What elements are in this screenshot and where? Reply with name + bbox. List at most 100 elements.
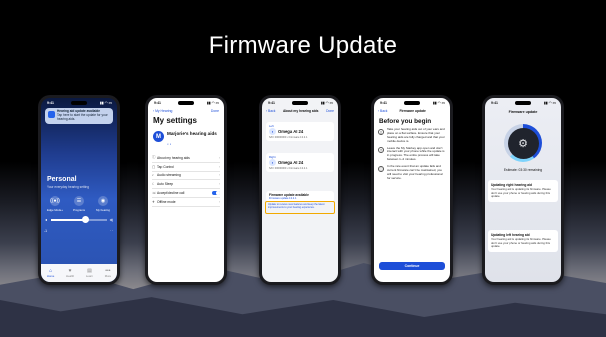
menu-item-audio-streaming[interactable]: ♪ Audio streaming › bbox=[152, 172, 220, 181]
menu-item-offline-mode[interactable]: ✈ Offline mode › bbox=[152, 198, 220, 207]
update-notification[interactable]: Hearing aid update available Tap here to… bbox=[45, 108, 113, 124]
volume-down-icon[interactable]: ◂ bbox=[45, 217, 47, 222]
volume-knob[interactable] bbox=[82, 216, 89, 223]
my-hearing-icon: ◉ bbox=[98, 196, 108, 206]
clock-icon: ◷ bbox=[378, 147, 384, 154]
tab-home[interactable]: ⌂ Home bbox=[47, 268, 54, 278]
firmware-nav: ‹ Back Firmware update bbox=[378, 109, 446, 113]
tab-label: Home bbox=[46, 274, 55, 278]
profile-name: Marjorie's hearing aids bbox=[167, 131, 217, 136]
volume-up-icon[interactable]: ◂) bbox=[110, 217, 113, 222]
menu-item-about[interactable]: ⓘ About my hearing aids › bbox=[152, 154, 220, 163]
devices-icon: ◖ ◗ bbox=[167, 142, 172, 146]
chevron-right-icon: › bbox=[218, 199, 220, 204]
card-body: Your hearing aid is updating its firmwar… bbox=[491, 187, 551, 199]
list-item: ◷ Leave the My Starkey app open and don't… bbox=[378, 145, 446, 163]
back-button[interactable]: ‹ My Hearing bbox=[153, 109, 172, 113]
device-name: Omega AI 24 bbox=[278, 160, 304, 165]
status-icons: ▮▮ ◠ ▭ bbox=[320, 101, 333, 105]
programs-icon: ☰ bbox=[74, 196, 84, 206]
right-update-card: Updating right hearing aid Your hearing … bbox=[488, 180, 558, 202]
page-title: Before you begin bbox=[379, 118, 432, 125]
phone-settings: 9:41 ▮▮ ◠ ▭ ‹ My Hearing Done My setting… bbox=[145, 95, 227, 285]
dynamic-island bbox=[292, 101, 308, 105]
program-subtitle: Your everyday hearing setting bbox=[47, 185, 90, 189]
menu-item-auto-sleep[interactable]: ☾ Auto Sleep › bbox=[152, 180, 220, 190]
device-info: S/N: 00000000 • Firmware 13.2.1 bbox=[269, 136, 308, 139]
phone-before-begin: 9:41 ▮▮ ◠ ▭ ‹ Back Firmware update Befor… bbox=[371, 95, 453, 285]
back-button[interactable]: ‹ Back bbox=[378, 109, 387, 113]
before-begin-screen: 9:41 ▮▮ ◠ ▭ ‹ Back Firmware update Befor… bbox=[374, 98, 450, 282]
slide-background: Firmware Update 9:41 ▮▮ ◠ ▭ Hearing aid … bbox=[0, 0, 606, 337]
phone-home: 9:41 ▮▮ ◠ ▭ Hearing aid update available… bbox=[38, 95, 120, 285]
home-screen: 9:41 ▮▮ ◠ ▭ Hearing aid update available… bbox=[41, 98, 117, 282]
page-title: My settings bbox=[153, 116, 198, 125]
menu-item-tap-control[interactable]: ▢ Tap Control › bbox=[152, 163, 220, 172]
my-hearing-label: My hearing bbox=[96, 208, 110, 212]
dynamic-island bbox=[71, 101, 87, 105]
right-device-card[interactable]: Right ◗ Omega AI 24 S/N: 00000000 • Firmw… bbox=[266, 153, 334, 172]
done-button[interactable]: Done bbox=[211, 109, 219, 113]
info-icon: ⓘ bbox=[378, 165, 384, 172]
edge-mode-button[interactable]: ((●)) Edge Mode+ bbox=[44, 196, 66, 212]
status-time: 9:41 bbox=[47, 101, 55, 105]
tab-label: More bbox=[104, 274, 112, 278]
about-nav: ‹ Back About my hearing aids Done bbox=[266, 109, 334, 113]
menu-item-accept-call[interactable]: ☏ Accept/decline call bbox=[152, 189, 220, 198]
status-time: 9:41 bbox=[268, 101, 276, 105]
volume-fill bbox=[51, 219, 85, 221]
menu-label: About my hearing aids bbox=[157, 155, 190, 160]
left-update-card: Updating left hearing aid Your hearing a… bbox=[488, 230, 558, 252]
phone-updating: 9:41 ▮▮ ◠ ▭ Firmware update ⚙ Estimate: … bbox=[482, 95, 564, 285]
update-progress-ring: ⚙ bbox=[504, 124, 542, 162]
hearing-aid-icon: ◗ bbox=[269, 159, 276, 166]
settings-nav: ‹ My Hearing Done bbox=[153, 109, 219, 113]
device-name: Omega AI 24 bbox=[278, 129, 304, 134]
chevron-right-icon: › bbox=[218, 173, 220, 178]
status-time: 9:41 bbox=[154, 101, 162, 105]
program-name: Personal bbox=[47, 176, 77, 183]
back-button[interactable]: ‹ Back bbox=[266, 109, 275, 113]
instructions-list: ◻ Take your hearing aids out of your ears… bbox=[378, 127, 446, 184]
tab-bar: ⌂ Home ♥ Health ▤ Learn ••• More bbox=[41, 264, 117, 282]
status-icons: ▮▮ ◠ ▭ bbox=[432, 101, 445, 105]
page-title: Firmware update bbox=[508, 110, 538, 114]
edge-mode-label: Edge Mode+ bbox=[47, 208, 63, 212]
notification-body: Tap here to start the update for your he… bbox=[57, 112, 108, 121]
programs-label: Programs bbox=[72, 208, 86, 212]
tab-learn[interactable]: ▤ Learn bbox=[86, 268, 93, 278]
app-icon bbox=[48, 111, 55, 118]
nav-title: Firmware update bbox=[399, 109, 426, 113]
my-hearing-button[interactable]: ◉ My hearing bbox=[92, 196, 114, 212]
tab-health[interactable]: ♥ Health bbox=[66, 268, 74, 278]
dynamic-island bbox=[178, 101, 194, 105]
chevron-right-icon: › bbox=[218, 164, 220, 169]
list-item: ⓘ In the rare event that an update fails … bbox=[378, 164, 446, 181]
tab-label: Health bbox=[66, 274, 75, 278]
tab-more[interactable]: ••• More bbox=[105, 268, 111, 278]
call-toggle[interactable] bbox=[212, 190, 220, 196]
dynamic-island bbox=[515, 101, 531, 105]
step-text: In the rare event that an update fails a… bbox=[387, 164, 443, 180]
menu-label: Offline mode bbox=[157, 199, 176, 204]
tab-label: Learn bbox=[85, 274, 94, 278]
status-time: 9:41 bbox=[380, 101, 388, 105]
left-device-card[interactable]: Left ◖ Omega AI 24 S/N: 00000000 • Firmwa… bbox=[266, 122, 334, 141]
surface-icon: ◻ bbox=[378, 128, 384, 135]
chevron-right-icon: › bbox=[218, 182, 220, 187]
done-button[interactable]: Done bbox=[326, 109, 334, 113]
firmware-highlight-box: Update to receive new features and keep … bbox=[265, 201, 335, 214]
continue-button[interactable]: Continue bbox=[379, 262, 445, 270]
volume-slider[interactable] bbox=[51, 216, 107, 223]
card-body: Your hearing aid is updating its firmwar… bbox=[491, 237, 551, 249]
step-text: Leave the My Starkey app open and don't … bbox=[387, 145, 445, 162]
nav-title: About my hearing aids bbox=[282, 109, 319, 113]
volume-value: -1 bbox=[44, 229, 48, 233]
time-estimate: Estimate: 03:30 remaining bbox=[503, 168, 543, 172]
list-item: ◻ Take your hearing aids out of your ears… bbox=[378, 127, 446, 144]
hearing-aid-icon: ◖ bbox=[269, 128, 276, 135]
settings-menu: ⓘ About my hearing aids › ▢ Tap Control › ♪ A… bbox=[152, 154, 220, 207]
menu-label: Audio streaming bbox=[157, 173, 181, 178]
status-time: 9:41 bbox=[491, 101, 499, 105]
programs-button[interactable]: ☰ Programs bbox=[68, 196, 90, 212]
